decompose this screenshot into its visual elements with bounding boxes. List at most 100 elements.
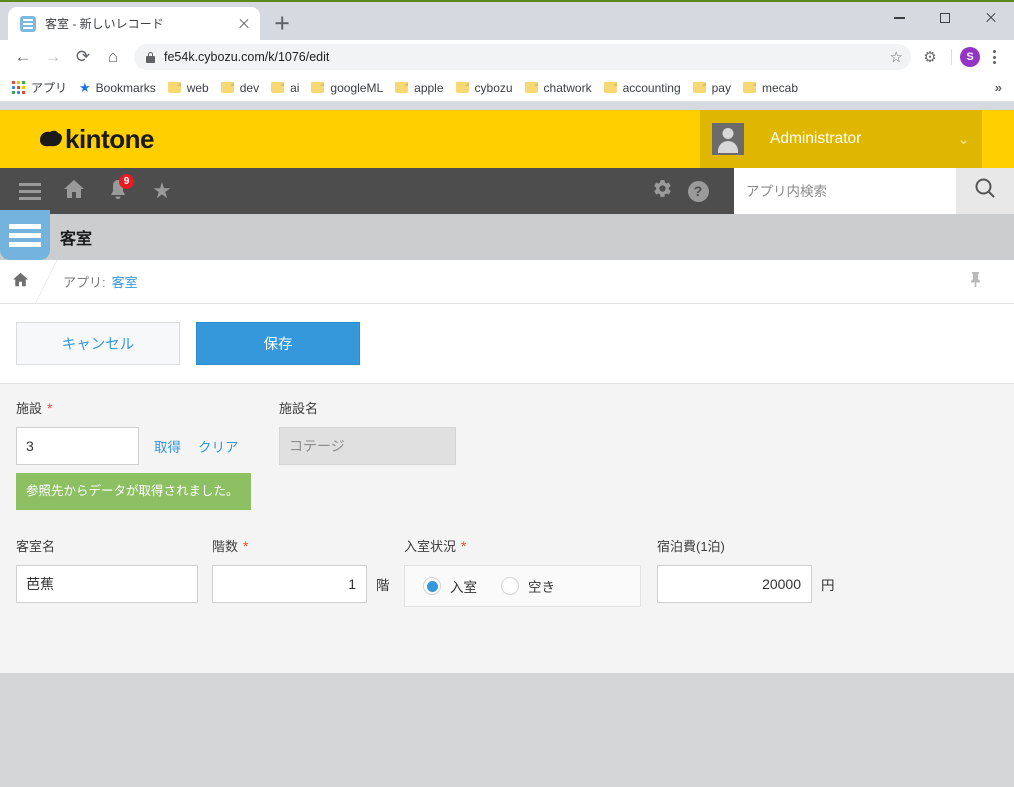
required-marker: * — [461, 537, 467, 554]
field-label: 宿泊費(1泊) — [657, 536, 857, 555]
folder-icon — [455, 82, 469, 93]
browser-toolbar: ← → ⟳ ⌂ fe54k.cybozu.com/k/1076/edit ☆ ⚙… — [0, 40, 1014, 74]
help-button[interactable]: ? — [680, 173, 716, 209]
app-title-bar: 客室 — [0, 210, 1014, 260]
hamburger-icon — [19, 182, 41, 200]
bookmark-star-icon[interactable]: ☆ — [890, 48, 903, 66]
field-label: 階数 * — [212, 536, 404, 555]
bookmark-label: ai — [290, 80, 300, 95]
page-content: kintone Administrator ⌄ 9 ★ ? アプリ内検索 客室 … — [0, 110, 1014, 787]
app-search-box[interactable] — [734, 168, 956, 214]
home-button[interactable] — [56, 173, 92, 209]
tab-strip: 客室 - 新しいレコード — [0, 2, 1014, 40]
notifications-button[interactable]: 9 — [100, 173, 136, 209]
search-input[interactable] — [746, 183, 956, 199]
record-form: 施設 * 取得 クリア 参照先からデータが取得されました。 施設名 — [0, 384, 1014, 673]
field-facility-name: 施設名 — [279, 398, 456, 510]
menu-button[interactable] — [12, 173, 48, 209]
window-maximize-button[interactable] — [922, 2, 968, 34]
folder-icon — [271, 82, 285, 93]
folder-icon — [524, 82, 538, 93]
rate-input[interactable] — [657, 565, 812, 604]
browser-tab-active[interactable]: 客室 - 新しいレコード — [8, 7, 260, 40]
bookmark-accounting[interactable]: accounting — [598, 77, 687, 99]
radio-option-vacant[interactable]: 空き — [501, 576, 555, 596]
bookmark-googleml[interactable]: googleML — [305, 77, 389, 99]
notification-badge: 9 — [119, 174, 134, 189]
minimize-icon — [893, 17, 905, 19]
browser-menu-icon[interactable] — [982, 44, 1006, 70]
radio-unselected-icon — [501, 577, 519, 596]
bookmark-bookmarks[interactable]: ★ Bookmarks — [73, 77, 162, 99]
app-icon[interactable] — [0, 210, 50, 260]
field-label: 入室状況 * — [404, 536, 657, 555]
extension-gear-icon[interactable]: ⚙ — [917, 44, 943, 70]
address-bar[interactable]: fe54k.cybozu.com/k/1076/edit ☆ — [134, 44, 911, 70]
window-minimize-button[interactable] — [876, 2, 922, 34]
cancel-button[interactable]: キャンセル — [16, 322, 180, 365]
bookmark-apps[interactable]: アプリ — [6, 77, 73, 99]
bookmark-apple[interactable]: apple — [389, 77, 449, 99]
back-button[interactable]: ← — [8, 42, 38, 72]
breadcrumb-separator — [35, 259, 57, 304]
field-rate: 宿泊費(1泊) 円 — [657, 536, 857, 607]
home-button[interactable]: ⌂ — [98, 42, 128, 72]
pin-icon[interactable] — [969, 271, 982, 293]
room-name-input[interactable] — [16, 565, 198, 604]
new-tab-button[interactable] — [268, 9, 296, 37]
field-room-name: 客室名 — [16, 536, 212, 607]
breadcrumb-prefix: アプリ: — [63, 275, 106, 290]
breadcrumb: アプリ: 客室 — [0, 259, 1014, 304]
close-icon — [985, 12, 997, 24]
floor-input[interactable] — [212, 565, 367, 604]
bookmark-cybozu[interactable]: cybozu — [450, 77, 519, 99]
avatar — [712, 123, 744, 155]
favorites-button[interactable]: ★ — [144, 173, 180, 209]
tab-close-icon[interactable] — [236, 16, 252, 32]
breadcrumb-app-link[interactable]: 客室 — [112, 272, 138, 291]
address-bar-url: fe54k.cybozu.com/k/1076/edit — [164, 50, 330, 64]
maximize-icon — [940, 13, 950, 23]
bookmark-web[interactable]: web — [162, 77, 215, 99]
apps-grid-icon — [12, 81, 25, 94]
profile-avatar[interactable]: S — [960, 47, 980, 67]
rate-label: 宿泊費(1泊) — [657, 539, 725, 555]
bookmarks-overflow-button[interactable]: » — [995, 80, 1008, 95]
reload-button[interactable]: ⟳ — [68, 42, 98, 72]
kintone-logo[interactable]: kintone — [38, 124, 154, 155]
window-close-button[interactable] — [968, 2, 1014, 34]
kintone-logo-mark-icon — [38, 129, 64, 149]
lookup-button[interactable]: 取得 — [154, 436, 181, 456]
bookmark-chatwork[interactable]: chatwork — [519, 77, 598, 99]
required-marker: * — [243, 537, 249, 554]
search-button[interactable] — [956, 168, 1014, 214]
radio-label: 入室 — [450, 580, 477, 596]
bookmark-dev[interactable]: dev — [215, 77, 265, 99]
bookmark-label: mecab — [761, 80, 799, 95]
bookmark-pay[interactable]: pay — [687, 77, 737, 99]
room-name-label: 客室名 — [16, 539, 56, 555]
breadcrumb-home-icon[interactable] — [12, 272, 29, 291]
rate-unit: 円 — [821, 578, 835, 594]
facility-input-group: 取得 クリア — [16, 427, 264, 465]
tab-title: 客室 - 新しいレコード — [45, 17, 164, 31]
floor-unit: 階 — [376, 578, 390, 594]
chevron-down-icon[interactable]: ⌄ — [957, 130, 970, 148]
kintone-record-icon — [20, 15, 36, 32]
bookmark-ai[interactable]: ai — [265, 77, 305, 99]
facility-input[interactable] — [16, 427, 139, 465]
save-button[interactable]: 保存 — [196, 322, 360, 365]
bookmark-mecab[interactable]: mecab — [737, 77, 804, 99]
radio-option-occupied[interactable]: 入室 — [423, 576, 477, 596]
bookmark-label: アプリ — [31, 81, 68, 95]
forward-button[interactable]: → — [38, 42, 68, 72]
user-menu[interactable]: Administrator ⌄ — [700, 110, 982, 168]
facility-label: 施設 — [16, 401, 43, 416]
facility-name-input — [279, 427, 456, 465]
folder-icon — [167, 82, 181, 93]
clear-button[interactable]: クリア — [198, 436, 239, 456]
settings-button[interactable] — [644, 173, 680, 209]
field-label: 客室名 — [16, 536, 212, 555]
field-label: 施設名 — [279, 398, 456, 417]
page-background-filler — [0, 673, 1014, 787]
